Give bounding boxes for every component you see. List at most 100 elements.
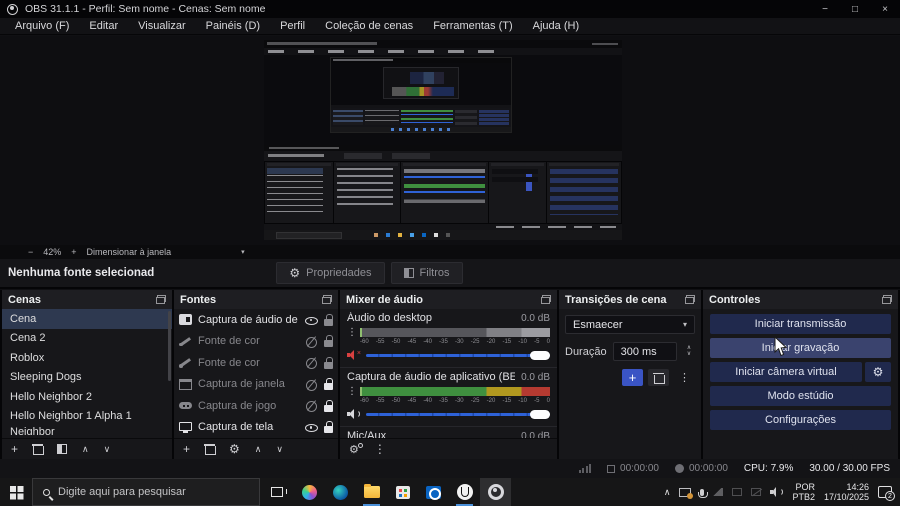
taskbar-outlook-button[interactable] [418,478,449,506]
remove-source-button[interactable] [204,444,217,455]
scene-filters-button[interactable] [57,444,68,454]
source-list-item[interactable]: Captura de jogo [174,395,338,417]
scene-list-item[interactable]: Sleeping Dogs [2,368,172,388]
tray-expand-chevron[interactable]: ∧ [664,487,671,498]
duration-input[interactable]: 300 ms [612,342,677,361]
minimize-button[interactable]: − [810,0,840,18]
slider-handle[interactable] [530,409,550,419]
transition-select[interactable]: Esmaecer ▾ [565,315,695,334]
tray-network-icon[interactable] [751,488,762,496]
lock-icon[interactable] [324,378,333,391]
start-streaming-button[interactable]: Iniciar transmissão [710,314,891,334]
visibility-eye-icon[interactable] [304,313,318,326]
popout-icon[interactable] [882,295,892,304]
taskbar-copilot-button[interactable] [294,478,325,506]
remove-scene-button[interactable] [32,444,45,455]
menu-item[interactable]: Editar [79,18,128,34]
advanced-audio-properties-button[interactable]: ⚙ [349,442,363,456]
start-virtual-camera-button[interactable]: Iniciar câmera virtual [710,362,862,382]
slider-handle[interactable] [530,350,550,360]
scale-mode-label[interactable]: Dimensionar à janela [87,247,172,257]
scene-list-item[interactable]: Roblox [2,348,172,368]
lock-icon[interactable] [324,356,333,369]
popout-icon[interactable] [685,295,695,304]
notification-center-button[interactable]: 2 [878,486,895,501]
popout-icon[interactable] [156,295,166,304]
mute-button[interactable] [347,408,361,420]
remove-transition-button[interactable] [648,369,669,386]
task-view-button[interactable] [260,478,294,506]
close-button[interactable]: × [870,0,900,18]
transition-menu-button[interactable]: ⋮ [674,369,695,386]
volume-slider[interactable] [366,407,550,421]
move-source-down-button[interactable]: ∨ [276,444,283,454]
add-scene-button[interactable]: + [11,443,18,455]
menu-item[interactable]: Ferramentas (T) [423,18,522,34]
visibility-eye-icon[interactable] [304,356,318,370]
source-properties-button[interactable]: ⚙ [229,443,240,455]
scale-mode-caret-icon[interactable]: ▾ [241,248,245,256]
move-scene-up-button[interactable]: ∧ [82,444,89,454]
taskbar-explorer-button[interactable] [356,478,387,506]
maximize-button[interactable]: □ [840,0,870,18]
lock-icon[interactable] [324,421,333,434]
duration-spinner[interactable]: ∧ ∨ [683,345,695,357]
zoom-out-button[interactable]: − [28,247,33,257]
source-list-item[interactable]: Fonte de cor [174,331,338,353]
taskbar-edge-button[interactable] [325,478,356,506]
source-list-item[interactable]: Captura de tela [174,417,338,439]
tray-microphone-icon[interactable] [698,488,709,498]
menu-item[interactable]: Coleção de cenas [315,18,423,34]
volume-slider[interactable] [366,348,550,362]
add-transition-button[interactable]: + [622,369,643,386]
menu-item[interactable]: Ajuda (H) [523,18,589,34]
tray-screen-notification-icon[interactable] [679,487,694,499]
start-recording-button[interactable]: Iniciar gravação [710,338,891,358]
popout-icon[interactable] [322,295,332,304]
menu-item[interactable]: Painéis (D) [196,18,270,34]
tray-display-icon[interactable] [732,488,743,496]
start-button[interactable] [0,478,32,506]
mixer-menu-button[interactable]: ⋮ [374,443,386,455]
taskbar-obs-button[interactable] [480,478,511,506]
mute-button[interactable]: × [347,349,361,361]
source-list-item[interactable]: Captura de áudio de aplica [174,309,338,331]
lock-icon[interactable] [324,399,333,412]
taskbar-unreal-button[interactable] [449,478,480,506]
studio-mode-button[interactable]: Modo estúdio [710,386,891,406]
tray-wifi-icon[interactable] [713,488,724,496]
menu-item[interactable]: Arquivo (F) [5,18,79,34]
menu-item[interactable]: Perfil [270,18,315,34]
channel-menu-button[interactable]: ⋮ [347,387,357,405]
visibility-eye-icon[interactable] [304,421,318,434]
scene-list-item[interactable]: Cena 2 [2,329,172,349]
tray-volume-icon[interactable] [770,487,784,497]
lock-icon[interactable] [324,335,333,348]
visibility-eye-icon[interactable] [304,399,318,413]
menu-item[interactable]: Visualizar [128,18,196,34]
source-list-item[interactable]: Fonte de cor [174,352,338,374]
preview-canvas[interactable] [264,40,622,240]
scene-list-item[interactable]: Cena [2,309,172,329]
visibility-eye-icon[interactable] [304,335,318,348]
clock[interactable]: 14:26 17/10/2025 [824,482,869,502]
scenes-scrollbar[interactable] [168,311,171,381]
taskbar-store-button[interactable] [387,478,418,506]
settings-button[interactable]: Configurações [710,410,891,430]
scene-list-item[interactable]: Neighbor [2,426,172,435]
popout-icon[interactable] [541,295,551,304]
lock-icon[interactable] [324,313,333,326]
taskbar-search-input[interactable]: Digite aqui para pesquisar [32,478,260,506]
zoom-in-button[interactable]: + [71,247,76,257]
source-list-item[interactable]: Captura de janela [174,374,338,396]
spin-down-icon[interactable]: ∨ [683,351,695,357]
move-scene-down-button[interactable]: ∨ [104,444,111,454]
move-source-up-button[interactable]: ∧ [255,444,262,454]
scene-list-item[interactable]: Hello Neighbor 2 [2,387,172,407]
channel-menu-button[interactable]: ⋮ [347,328,357,346]
virtual-camera-settings-button[interactable]: ⚙ [865,362,891,382]
filters-button[interactable]: Filtros [390,262,463,284]
visibility-eye-icon[interactable] [304,378,318,391]
language-indicator[interactable]: POR PTB2 [792,482,815,502]
add-source-button[interactable]: + [183,443,190,455]
